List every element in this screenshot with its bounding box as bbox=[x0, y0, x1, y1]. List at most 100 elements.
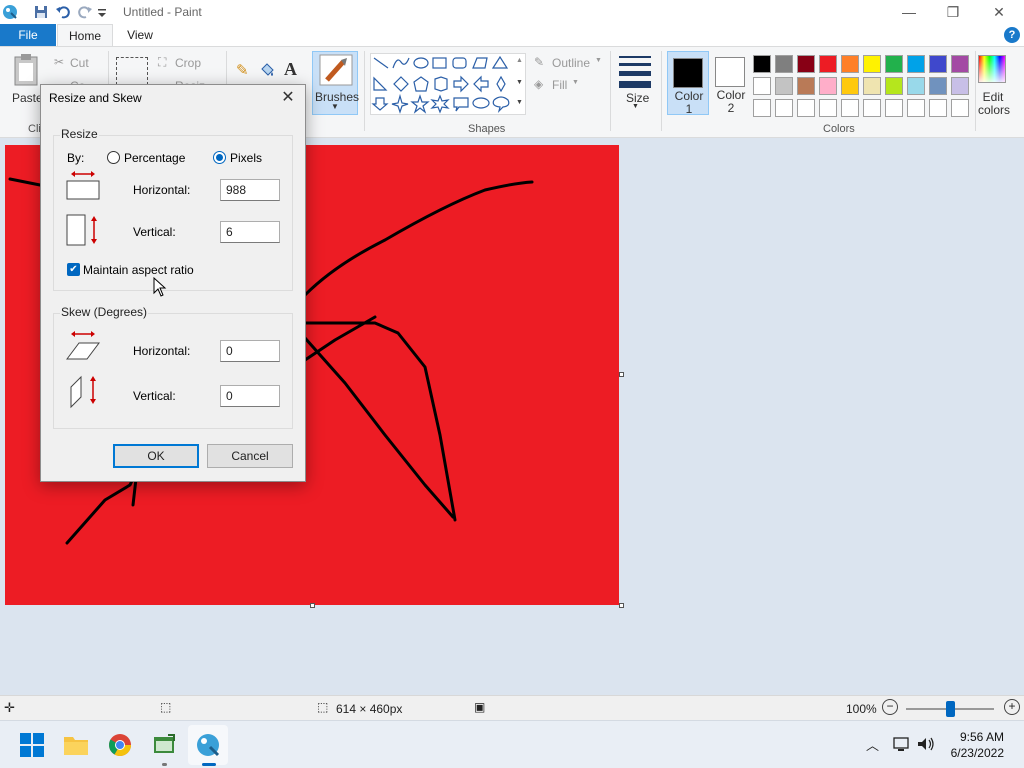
save-icon[interactable] bbox=[32, 3, 50, 21]
select-tool-icon[interactable] bbox=[116, 57, 148, 85]
brushes-button[interactable]: Brushes ▼ bbox=[312, 51, 359, 115]
terminal-app-icon[interactable] bbox=[148, 729, 180, 761]
paint-taskbar-icon[interactable] bbox=[192, 729, 224, 761]
outline-button[interactable]: Outline bbox=[552, 56, 590, 70]
shapes-gallery[interactable] bbox=[370, 53, 526, 115]
palette-swatch[interactable] bbox=[863, 77, 881, 95]
windows-start-icon[interactable] bbox=[16, 729, 48, 761]
running-indicator bbox=[162, 763, 167, 766]
outline-icon[interactable]: ✎ bbox=[534, 55, 544, 69]
color2-button[interactable]: Color 2 bbox=[710, 51, 752, 115]
palette-swatch[interactable] bbox=[753, 99, 771, 117]
tab-home[interactable]: Home bbox=[57, 24, 113, 46]
palette-swatch[interactable] bbox=[775, 55, 793, 73]
shapes-expand-icon[interactable]: ▼ bbox=[516, 99, 523, 106]
resize-handle-bottom[interactable] bbox=[310, 603, 315, 608]
shape-icons[interactable] bbox=[371, 54, 527, 116]
fill-icon[interactable]: ◈ bbox=[534, 77, 543, 91]
palette-swatch[interactable] bbox=[819, 55, 837, 73]
crop-icon[interactable]: ⛶ bbox=[158, 55, 166, 70]
cancel-button[interactable]: Cancel bbox=[207, 444, 293, 468]
maintain-aspect-label[interactable]: Maintain aspect ratio bbox=[83, 263, 194, 277]
chrome-icon[interactable] bbox=[104, 729, 136, 761]
palette-swatch[interactable] bbox=[929, 55, 947, 73]
fill-bucket-icon[interactable] bbox=[258, 61, 276, 79]
pixels-label[interactable]: Pixels bbox=[230, 151, 262, 165]
palette-swatch[interactable] bbox=[841, 55, 859, 73]
paste-button-label[interactable]: Paste bbox=[12, 91, 43, 105]
help-button[interactable]: ? bbox=[1004, 27, 1020, 43]
percentage-radio[interactable] bbox=[107, 151, 120, 164]
tab-file[interactable]: File bbox=[0, 24, 56, 46]
shapes-scroll-up-icon[interactable]: ▲ bbox=[516, 57, 523, 64]
horizontal-resize-input[interactable]: 988 bbox=[220, 179, 280, 201]
palette-swatch[interactable] bbox=[907, 77, 925, 95]
edit-colors-icon[interactable] bbox=[978, 55, 1006, 83]
skew-horizontal-label: Horizontal: bbox=[133, 344, 191, 358]
palette-swatch[interactable] bbox=[819, 77, 837, 95]
restore-button[interactable]: ❐ bbox=[930, 0, 976, 24]
palette-swatch[interactable] bbox=[885, 99, 903, 117]
percentage-label[interactable]: Percentage bbox=[124, 151, 185, 165]
size-icon[interactable] bbox=[617, 53, 653, 89]
redo-icon[interactable] bbox=[76, 3, 94, 21]
pencil-icon[interactable]: ✎ bbox=[236, 61, 249, 79]
palette-swatch[interactable] bbox=[841, 77, 859, 95]
palette-swatch[interactable] bbox=[885, 77, 903, 95]
palette-swatch[interactable] bbox=[841, 99, 859, 117]
selection-size-icon: ⬚ bbox=[160, 700, 172, 714]
palette-swatch[interactable] bbox=[907, 99, 925, 117]
palette-swatch[interactable] bbox=[885, 55, 903, 73]
paste-icon[interactable] bbox=[12, 53, 42, 87]
zoom-out-button[interactable]: − bbox=[882, 699, 898, 715]
palette-swatch[interactable] bbox=[951, 55, 969, 73]
text-tool-icon[interactable]: A bbox=[284, 59, 297, 80]
undo-icon[interactable] bbox=[54, 3, 72, 21]
dialog-close-button[interactable]: ✕ bbox=[277, 87, 299, 109]
resize-handle-right[interactable] bbox=[619, 372, 624, 377]
palette-swatch[interactable] bbox=[753, 77, 771, 95]
palette-swatch[interactable] bbox=[907, 55, 925, 73]
crop-button[interactable]: Crop bbox=[175, 56, 201, 70]
file-explorer-icon[interactable] bbox=[60, 729, 92, 761]
edit-colors-button-label[interactable]: Edit colors bbox=[978, 91, 1010, 117]
cut-button[interactable]: Cut bbox=[70, 56, 89, 70]
palette-swatch[interactable] bbox=[753, 55, 771, 73]
cut-icon[interactable]: ✂ bbox=[54, 55, 64, 69]
skew-horizontal-input[interactable]: 0 bbox=[220, 340, 280, 362]
shapes-scroll-down-icon[interactable]: ▼ bbox=[516, 79, 523, 86]
palette-swatch[interactable] bbox=[819, 99, 837, 117]
palette-swatch[interactable] bbox=[951, 77, 969, 95]
close-button[interactable]: ✕ bbox=[976, 0, 1022, 24]
palette-swatch[interactable] bbox=[797, 99, 815, 117]
zoom-in-button[interactable]: + bbox=[1004, 699, 1020, 715]
show-hidden-icons-icon[interactable]: ︿ bbox=[866, 735, 879, 754]
resize-handle-corner[interactable] bbox=[619, 603, 624, 608]
maintain-aspect-checkbox[interactable]: ✔ bbox=[67, 263, 80, 276]
network-icon[interactable] bbox=[892, 735, 910, 753]
palette-swatch[interactable] bbox=[863, 55, 881, 73]
minimize-button[interactable]: — bbox=[886, 0, 932, 24]
palette-swatch[interactable] bbox=[951, 99, 969, 117]
palette-swatch[interactable] bbox=[929, 99, 947, 117]
zoom-slider-thumb[interactable] bbox=[946, 701, 955, 717]
clock[interactable]: 9:56 AM 6/23/2022 bbox=[951, 729, 1004, 761]
color1-button[interactable]: Color 1 bbox=[667, 51, 709, 116]
resize-skew-dialog: Resize and Skew ✕ Resize By: Percentage … bbox=[40, 84, 306, 482]
palette-swatch[interactable] bbox=[775, 77, 793, 95]
skew-legend: Skew (Degrees) bbox=[60, 305, 149, 319]
palette-swatch[interactable] bbox=[775, 99, 793, 117]
chevron-down-icon: ▼ bbox=[331, 102, 339, 111]
pixels-radio[interactable] bbox=[213, 151, 226, 164]
volume-icon[interactable] bbox=[916, 735, 936, 753]
vertical-resize-input[interactable]: 6 bbox=[220, 221, 280, 243]
skew-vertical-input[interactable]: 0 bbox=[220, 385, 280, 407]
customize-quick-access-icon[interactable] bbox=[96, 3, 108, 21]
ok-button[interactable]: OK bbox=[113, 444, 199, 468]
tab-view[interactable]: View bbox=[117, 24, 163, 46]
palette-swatch[interactable] bbox=[797, 55, 815, 73]
palette-swatch[interactable] bbox=[863, 99, 881, 117]
palette-swatch[interactable] bbox=[929, 77, 947, 95]
fill-button[interactable]: Fill bbox=[552, 78, 567, 92]
palette-swatch[interactable] bbox=[797, 77, 815, 95]
